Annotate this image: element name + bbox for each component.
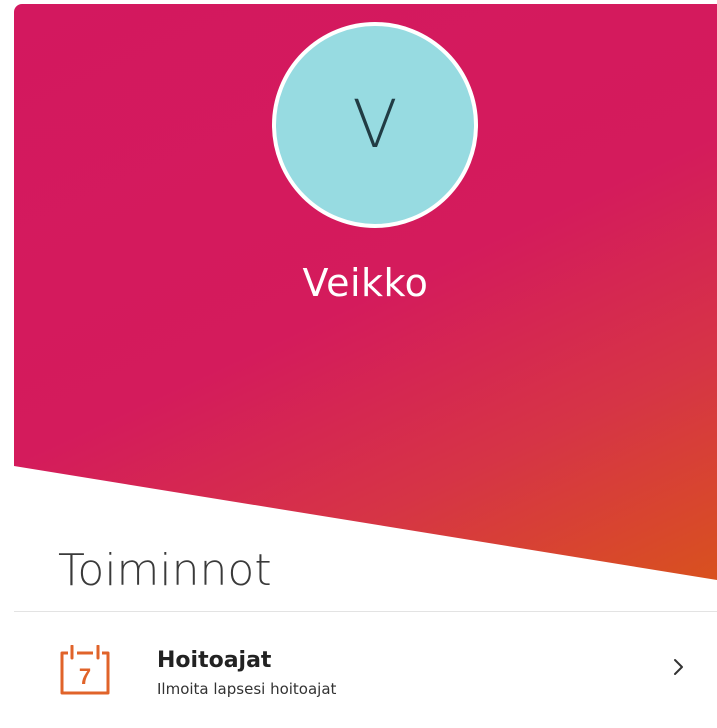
avatar: V — [272, 22, 478, 228]
calendar-icon: 7 — [60, 645, 110, 695]
child-name: Veikko — [302, 261, 429, 305]
section-title: Toiminnot — [58, 545, 272, 596]
action-row-hoitoajat[interactable]: 7 Hoitoajat Ilmoita lapsesi hoitoajat — [14, 640, 717, 728]
action-title: Hoitoajat — [157, 648, 272, 673]
calendar-icon-number: 7 — [79, 664, 91, 689]
action-subtitle: Ilmoita lapsesi hoitoajat — [157, 680, 337, 698]
section-divider — [14, 611, 717, 612]
chevron-right-icon — [674, 659, 683, 675]
child-profile-page: V Veikko Toiminnot 7 Hoitoajat Ilmoita l… — [0, 0, 717, 728]
avatar-initial: V — [352, 86, 398, 163]
